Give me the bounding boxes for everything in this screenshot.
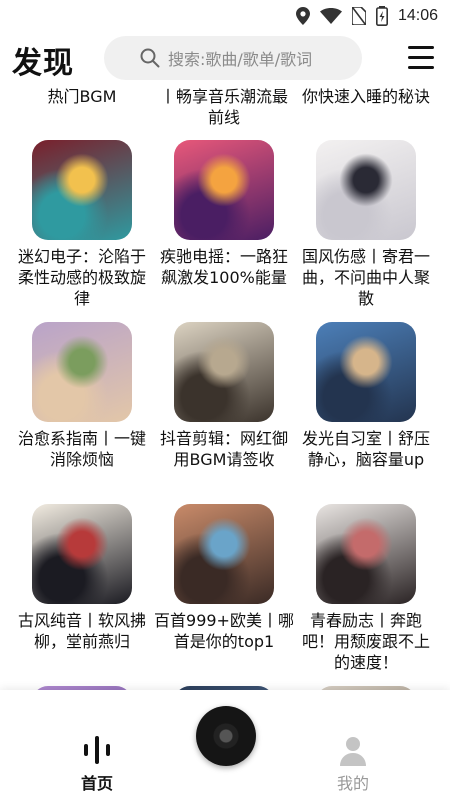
user-icon [340, 737, 366, 766]
header: 发现 搜索:歌曲/歌单/歌词 [0, 32, 450, 84]
playlist-card[interactable]: 迷幻电子：沦陷于柔性动感的极致旋律 [12, 140, 152, 309]
playlist-card[interactable]: 治愈系指南丨一键消除烦恼 [12, 322, 152, 470]
partial-caption[interactable]: 丨畅享音乐潮流最前线 [154, 86, 294, 128]
search-placeholder: 搜索:歌曲/歌单/歌词 [168, 50, 313, 69]
playlist-title: 青春励志丨奔跑吧！用颓废跟不上的速度！ [301, 611, 430, 672]
playlist-title: 古风纯音丨软风拂柳，堂前燕归 [17, 611, 146, 651]
search-icon [140, 48, 160, 68]
status-time: 14:06 [397, 7, 438, 24]
partial-caption[interactable]: 你快速入睡的秘诀 [296, 86, 436, 107]
location-icon [295, 7, 310, 25]
playlist-card[interactable]: 青春励志丨奔跑吧！用颓废跟不上的速度！ [296, 504, 436, 673]
playlist-title: 抖音剪辑：网红御用BGM请签收 [159, 429, 288, 469]
tab-me-label: 我的 [336, 774, 369, 793]
menu-icon[interactable] [408, 46, 434, 70]
playlist-cover-image [174, 140, 274, 240]
status-bar: 14:06 [0, 0, 450, 32]
no-sim-icon [351, 7, 366, 25]
playlist-card[interactable]: 古风纯音丨软风拂柳，堂前燕归 [12, 504, 152, 652]
tab-home-label: 首页 [80, 774, 113, 793]
page-title: 发现 [12, 46, 74, 81]
playlist-title: 国风伤感丨寄君一曲，不问曲中人聚散 [301, 247, 430, 308]
playlist-cover-image [316, 322, 416, 422]
playlist-cover-image [32, 322, 132, 422]
tab-bar: 首页 我的 [0, 690, 450, 800]
playlist-title: 迷幻电子：沦陷于柔性动感的极致旋律 [17, 247, 146, 308]
tab-me[interactable]: 我的 [278, 690, 428, 800]
playlist-card[interactable]: 百首999+欧美丨哪首是你的top1 [154, 504, 294, 652]
playlist-title: 治愈系指南丨一键消除烦恼 [17, 429, 146, 469]
tab-home[interactable]: 首页 [22, 690, 172, 800]
playlist-title: 百首999+欧美丨哪首是你的top1 [154, 611, 294, 651]
search-bar[interactable]: 搜索:歌曲/歌单/歌词 [104, 36, 362, 80]
playlist-grid: 热门BGM 丨畅享音乐潮流最前线 你快速入睡的秘诀 迷幻电子：沦陷于柔性动感的极… [0, 84, 450, 690]
wifi-icon [319, 8, 342, 24]
battery-icon [375, 6, 388, 26]
playlist-cover-image [32, 504, 132, 604]
playlist-cover-image [32, 140, 132, 240]
now-playing-disc-icon[interactable] [196, 706, 256, 766]
waveform-icon [84, 736, 110, 764]
playlist-cover-image [174, 504, 274, 604]
status-icons: 14:06 [295, 6, 438, 26]
playlist-card[interactable]: 国风伤感丨寄君一曲，不问曲中人聚散 [296, 140, 436, 309]
playlist-cover-image [316, 504, 416, 604]
playlist-cover-image [316, 140, 416, 240]
playlist-card[interactable]: 疾驰电摇：一路狂飙激发100%能量 [154, 140, 294, 288]
playlist-card[interactable]: 发光自习室丨舒压静心，脑容量up [296, 322, 436, 470]
playlist-title: 发光自习室丨舒压静心，脑容量up [301, 429, 430, 469]
playlist-title: 疾驰电摇：一路狂飙激发100%能量 [159, 247, 288, 287]
playlist-cover-image [174, 322, 274, 422]
partial-caption[interactable]: 热门BGM [12, 86, 152, 107]
playlist-card[interactable]: 抖音剪辑：网红御用BGM请签收 [154, 322, 294, 470]
